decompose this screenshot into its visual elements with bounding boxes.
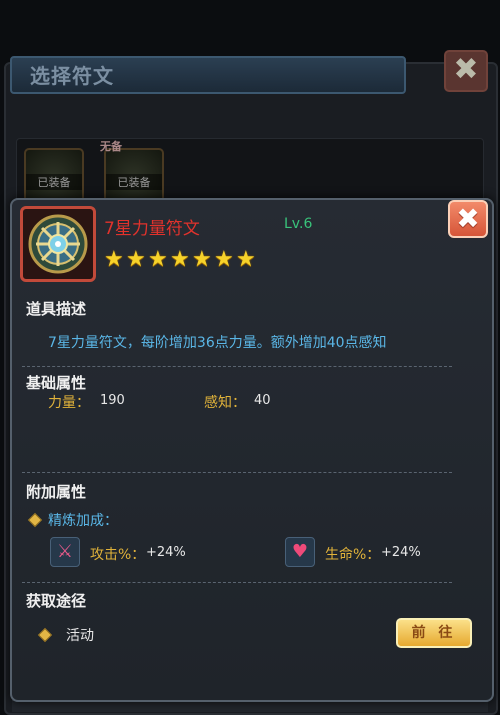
background-close-icon[interactable]: ✖ [444,50,488,92]
go-button[interactable]: 前 往 [396,618,472,648]
sword-icon: ⚔ [50,537,80,567]
slot-equipped-badge: 已装备 [26,174,82,190]
attr-value-health: +24% [381,545,421,560]
stat-label-perception: 感知： [204,395,246,411]
slot-tag: 无备 [100,140,122,153]
extra-attrs-title: 附加属性 [26,483,87,501]
item-description: 7星力量符文，每阶增加36点力量。额外增加40点感知 [48,335,387,351]
attr-value-attack: +24% [146,545,186,560]
stat-value-strength: 190 [100,393,125,408]
close-button[interactable]: ✖ [448,200,488,238]
star-icon: ★ [214,247,234,272]
rune-emblem [28,214,88,274]
item-name: 7星力量符文 [104,219,200,239]
divider [22,366,452,367]
star-rating: ★ ★ ★ ★ ★ ★ ★ [104,247,256,272]
item-level: Lv.6 [284,216,313,232]
description-title: 道具描述 [26,300,87,318]
star-icon: ★ [126,247,146,272]
heart-icon: ♥ [285,537,315,567]
stat-value-perception: 40 [254,393,271,408]
star-icon: ★ [104,247,124,272]
slot-equipped-badge: 已装备 [106,174,162,190]
source-activity: 活动 [66,628,94,644]
star-icon: ★ [170,247,190,272]
rune-icon [20,206,96,282]
background-title: 选择符文 [30,64,114,88]
star-icon: ★ [148,247,168,272]
divider [22,582,452,583]
attr-label-attack: 攻击%： [90,547,146,563]
source-title: 获取途径 [26,592,87,610]
stat-label-strength: 力量： [48,395,90,411]
divider [22,472,452,473]
refine-label: 精炼加成： [48,513,118,529]
star-icon: ★ [236,247,256,272]
base-stats-title: 基础属性 [26,374,87,392]
attr-label-health: 生命%： [325,547,381,563]
star-icon: ★ [192,247,212,272]
